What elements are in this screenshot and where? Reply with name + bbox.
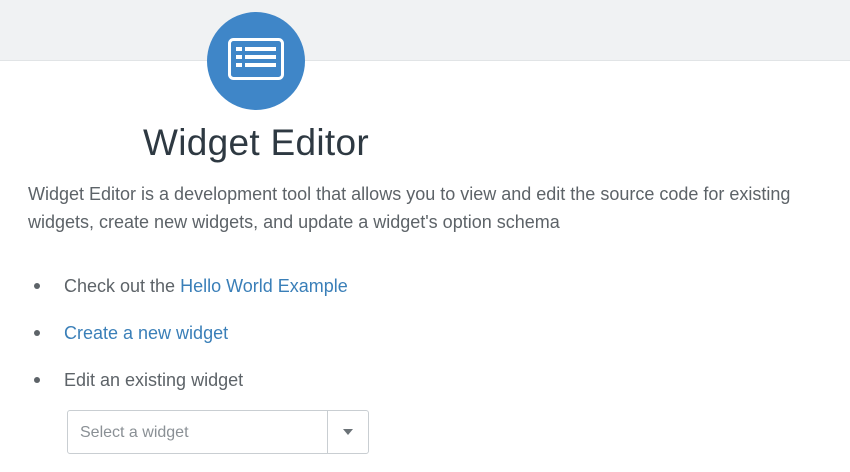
bullet-dot bbox=[34, 377, 40, 383]
list-item-edit-widget: Edit an existing widget bbox=[28, 364, 828, 411]
bullet-dot bbox=[34, 283, 40, 289]
top-banner bbox=[0, 0, 850, 61]
edit-existing-widget-label: Edit an existing widget bbox=[64, 370, 244, 390]
action-list: Check out the Hello World Example Create… bbox=[28, 270, 828, 411]
bullet-dot bbox=[34, 330, 40, 336]
list-item-hello-world: Check out the Hello World Example bbox=[28, 270, 828, 317]
list-item-create-widget: Create a new widget bbox=[28, 317, 828, 364]
page-title: Widget Editor bbox=[143, 122, 369, 163]
list-window-icon bbox=[228, 37, 284, 85]
widget-select-placeholder: Select a widget bbox=[80, 424, 189, 441]
caret-down-icon[interactable] bbox=[328, 411, 368, 453]
hello-world-prefix: Check out the bbox=[64, 276, 181, 296]
create-new-widget-link[interactable]: Create a new widget bbox=[64, 323, 228, 343]
hello-world-example-link[interactable]: Hello World Example bbox=[180, 276, 348, 296]
widget-editor-logo bbox=[207, 12, 305, 110]
page-description: Widget Editor is a development tool that… bbox=[28, 184, 791, 232]
widget-select-dropdown[interactable]: Select a widget bbox=[67, 410, 369, 454]
